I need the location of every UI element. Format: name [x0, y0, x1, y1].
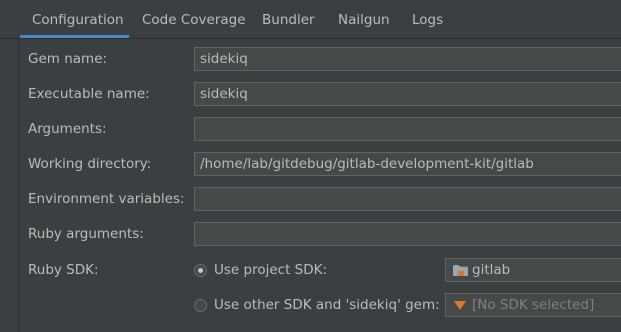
other-sdk-value: [No SDK selected]	[472, 297, 595, 313]
executable-name-label: Executable name:	[28, 86, 150, 102]
other-sdk-combo[interactable]: [No SDK selected]	[445, 293, 621, 317]
selected-tab-indicator	[20, 35, 129, 38]
use-project-sdk-label[interactable]: Use project SDK:	[214, 262, 327, 278]
project-sdk-value: gitlab	[472, 262, 511, 278]
tab-nailgun[interactable]: Nailgun	[338, 0, 390, 38]
gem-name-label: Gem name:	[28, 51, 108, 67]
arguments-label: Arguments:	[28, 121, 107, 137]
folder-icon	[453, 265, 468, 276]
ruby-sdk-label: Ruby SDK:	[28, 262, 99, 278]
ruby-arguments-label: Ruby arguments:	[28, 226, 144, 242]
project-sdk-combo[interactable]: gitlab	[445, 258, 621, 282]
sdk-warning-icon	[454, 301, 466, 310]
panel-divider	[18, 39, 19, 332]
tab-configuration[interactable]: Configuration	[32, 0, 124, 38]
executable-name-field[interactable]: sidekiq	[194, 82, 621, 106]
use-other-sdk-radio[interactable]	[194, 299, 207, 312]
tab-bar: Configuration Code Coverage Bundler Nail…	[0, 0, 621, 39]
tab-code-coverage[interactable]: Code Coverage	[142, 0, 246, 38]
use-project-sdk-radio[interactable]	[194, 264, 207, 277]
gem-name-field[interactable]: sidekiq	[194, 47, 621, 71]
use-other-sdk-label[interactable]: Use other SDK and 'sidekiq' gem:	[214, 297, 440, 313]
tab-logs[interactable]: Logs	[412, 0, 443, 38]
radio-selected-dot	[198, 268, 203, 273]
working-directory-label: Working directory:	[28, 156, 152, 172]
environment-variables-field[interactable]	[194, 187, 621, 211]
ruby-arguments-field[interactable]	[194, 222, 621, 246]
run-configuration-panel: Configuration Code Coverage Bundler Nail…	[0, 0, 621, 332]
environment-variables-label: Environment variables:	[28, 191, 185, 207]
tab-bundler[interactable]: Bundler	[262, 0, 315, 38]
arguments-field[interactable]	[194, 117, 621, 141]
working-directory-field[interactable]: /home/lab/gitdebug/gitlab-development-ki…	[194, 152, 621, 176]
